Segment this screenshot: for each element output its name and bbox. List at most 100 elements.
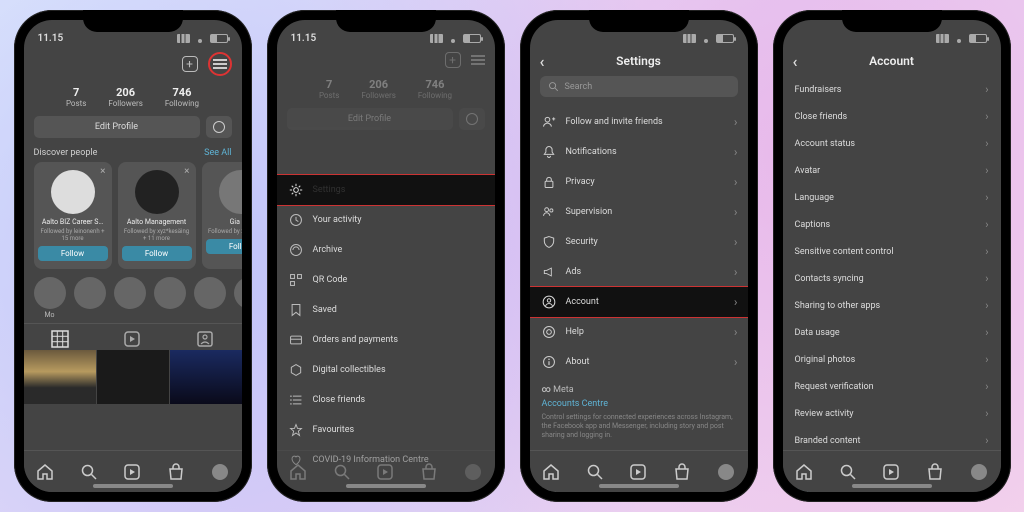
- battery-icon: [969, 34, 987, 43]
- hamburger-menu-icon[interactable]: [213, 59, 227, 69]
- settings-item-help[interactable]: Help›: [530, 317, 748, 347]
- add-user-icon: [542, 115, 556, 129]
- settings-item-ads[interactable]: Ads›: [530, 257, 748, 287]
- highlight[interactable]: [74, 277, 106, 309]
- follow-button[interactable]: Follow: [38, 246, 108, 261]
- account-item[interactable]: Original photos›: [783, 346, 1001, 373]
- post-thumbnail[interactable]: [24, 350, 96, 404]
- close-icon[interactable]: ×: [100, 166, 105, 177]
- search-input[interactable]: Search: [540, 76, 738, 97]
- back-chevron-icon[interactable]: ‹: [793, 52, 798, 71]
- star-icon: [289, 423, 303, 437]
- highlight[interactable]: [234, 277, 242, 309]
- shop-icon[interactable]: [673, 463, 691, 481]
- home-icon[interactable]: [542, 463, 560, 481]
- gear-icon: [289, 183, 303, 197]
- create-post-button[interactable]: +: [182, 56, 198, 72]
- home-indicator: [93, 484, 173, 488]
- profile-nav-icon[interactable]: [970, 463, 988, 481]
- account-item[interactable]: Fundraisers›: [783, 76, 1001, 103]
- stat-following[interactable]: 746Following: [165, 86, 199, 108]
- people-icon: [542, 205, 556, 219]
- settings-item-security[interactable]: Security›: [530, 227, 748, 257]
- add-user-icon: [213, 121, 225, 133]
- account-item[interactable]: Sharing to other apps›: [783, 292, 1001, 319]
- home-icon[interactable]: [36, 463, 54, 481]
- reels-nav-icon[interactable]: [629, 463, 647, 481]
- chevron-right-icon: ›: [985, 326, 988, 339]
- search-icon[interactable]: [80, 463, 98, 481]
- menu-item-activity[interactable]: Your activity: [277, 205, 495, 235]
- account-item[interactable]: Account status›: [783, 130, 1001, 157]
- account-item[interactable]: Close friends›: [783, 103, 1001, 130]
- tagged-tab-icon[interactable]: [196, 330, 214, 348]
- discover-people-button[interactable]: [206, 116, 232, 138]
- settings-item-notifications[interactable]: Notifications›: [530, 137, 748, 167]
- search-icon[interactable]: [839, 463, 857, 481]
- account-item[interactable]: Sensitive content control›: [783, 238, 1001, 265]
- notch: [336, 10, 436, 32]
- account-item[interactable]: Language›: [783, 184, 1001, 211]
- menu-item-settings[interactable]: Settings: [277, 175, 495, 205]
- highlight[interactable]: [154, 277, 186, 309]
- settings-item-account[interactable]: Account›: [530, 287, 748, 317]
- settings-item-follow-invite[interactable]: Follow and invite friends›: [530, 107, 748, 137]
- suggestion-cards: ×Aalto BIZ Career S…Followed by leinonen…: [24, 162, 242, 269]
- highlight[interactable]: [194, 277, 226, 309]
- reels-tab-icon[interactable]: [123, 330, 141, 348]
- edit-profile-button[interactable]: Edit Profile: [34, 116, 200, 138]
- menu-item-favourites[interactable]: Favourites: [277, 415, 495, 445]
- menu-item-saved[interactable]: Saved: [277, 295, 495, 325]
- settings-item-privacy[interactable]: Privacy›: [530, 167, 748, 197]
- profile-nav-icon[interactable]: [211, 463, 229, 481]
- avatar[interactable]: [219, 170, 242, 214]
- discover-heading: Discover people: [34, 148, 98, 158]
- chevron-right-icon: ›: [985, 137, 988, 150]
- clock: 11.15: [38, 33, 64, 44]
- menu-item-close-friends[interactable]: Close friends: [277, 385, 495, 415]
- account-item[interactable]: Contacts syncing›: [783, 265, 1001, 292]
- avatar[interactable]: [135, 170, 179, 214]
- account-item[interactable]: Data usage›: [783, 319, 1001, 346]
- menu-highlight-ring: [208, 52, 232, 76]
- list-icon: [289, 393, 303, 407]
- hamburger-menu-icon: [471, 55, 485, 65]
- menu-item-collectibles[interactable]: Digital collectibles: [277, 355, 495, 385]
- settings-item-supervision[interactable]: Supervision›: [530, 197, 748, 227]
- post-thumbnail[interactable]: [97, 350, 169, 404]
- highlight[interactable]: [34, 277, 66, 309]
- account-item[interactable]: Captions›: [783, 211, 1001, 238]
- battery-icon: [716, 34, 734, 43]
- search-icon[interactable]: [586, 463, 604, 481]
- account-item[interactable]: Review activity›: [783, 400, 1001, 427]
- shop-icon[interactable]: [167, 463, 185, 481]
- reels-nav-icon[interactable]: [882, 463, 900, 481]
- title-bar: ‹Settings: [530, 48, 748, 76]
- see-all-link[interactable]: See All: [204, 148, 231, 158]
- follow-button[interactable]: Follow: [206, 239, 242, 254]
- account-item[interactable]: Avatar›: [783, 157, 1001, 184]
- menu-item-qr[interactable]: QR Code: [277, 265, 495, 295]
- stat-followers[interactable]: 206Followers: [108, 86, 142, 108]
- back-chevron-icon[interactable]: ‹: [540, 52, 545, 71]
- post-thumbnail[interactable]: [170, 350, 242, 404]
- menu-item-archive[interactable]: Archive: [277, 235, 495, 265]
- follow-button[interactable]: Follow: [122, 246, 192, 261]
- avatar[interactable]: [51, 170, 95, 214]
- bell-icon: [542, 145, 556, 159]
- notch: [842, 10, 942, 32]
- stat-posts[interactable]: 7Posts: [66, 86, 86, 108]
- account-item[interactable]: Request verification›: [783, 373, 1001, 400]
- menu-item-orders[interactable]: Orders and payments: [277, 325, 495, 355]
- side-menu-sheet: Settings Your activity Archive QR Code S…: [277, 175, 495, 450]
- home-icon[interactable]: [795, 463, 813, 481]
- shop-icon[interactable]: [926, 463, 944, 481]
- reels-nav-icon[interactable]: [123, 463, 141, 481]
- settings-item-about[interactable]: About›: [530, 347, 748, 377]
- highlight[interactable]: [114, 277, 146, 309]
- close-icon[interactable]: ×: [184, 166, 189, 177]
- grid-tab-icon[interactable]: [51, 330, 69, 348]
- accounts-centre-link[interactable]: Accounts Centre: [530, 397, 748, 411]
- profile-nav-icon[interactable]: [717, 463, 735, 481]
- signal-icon: [430, 34, 443, 43]
